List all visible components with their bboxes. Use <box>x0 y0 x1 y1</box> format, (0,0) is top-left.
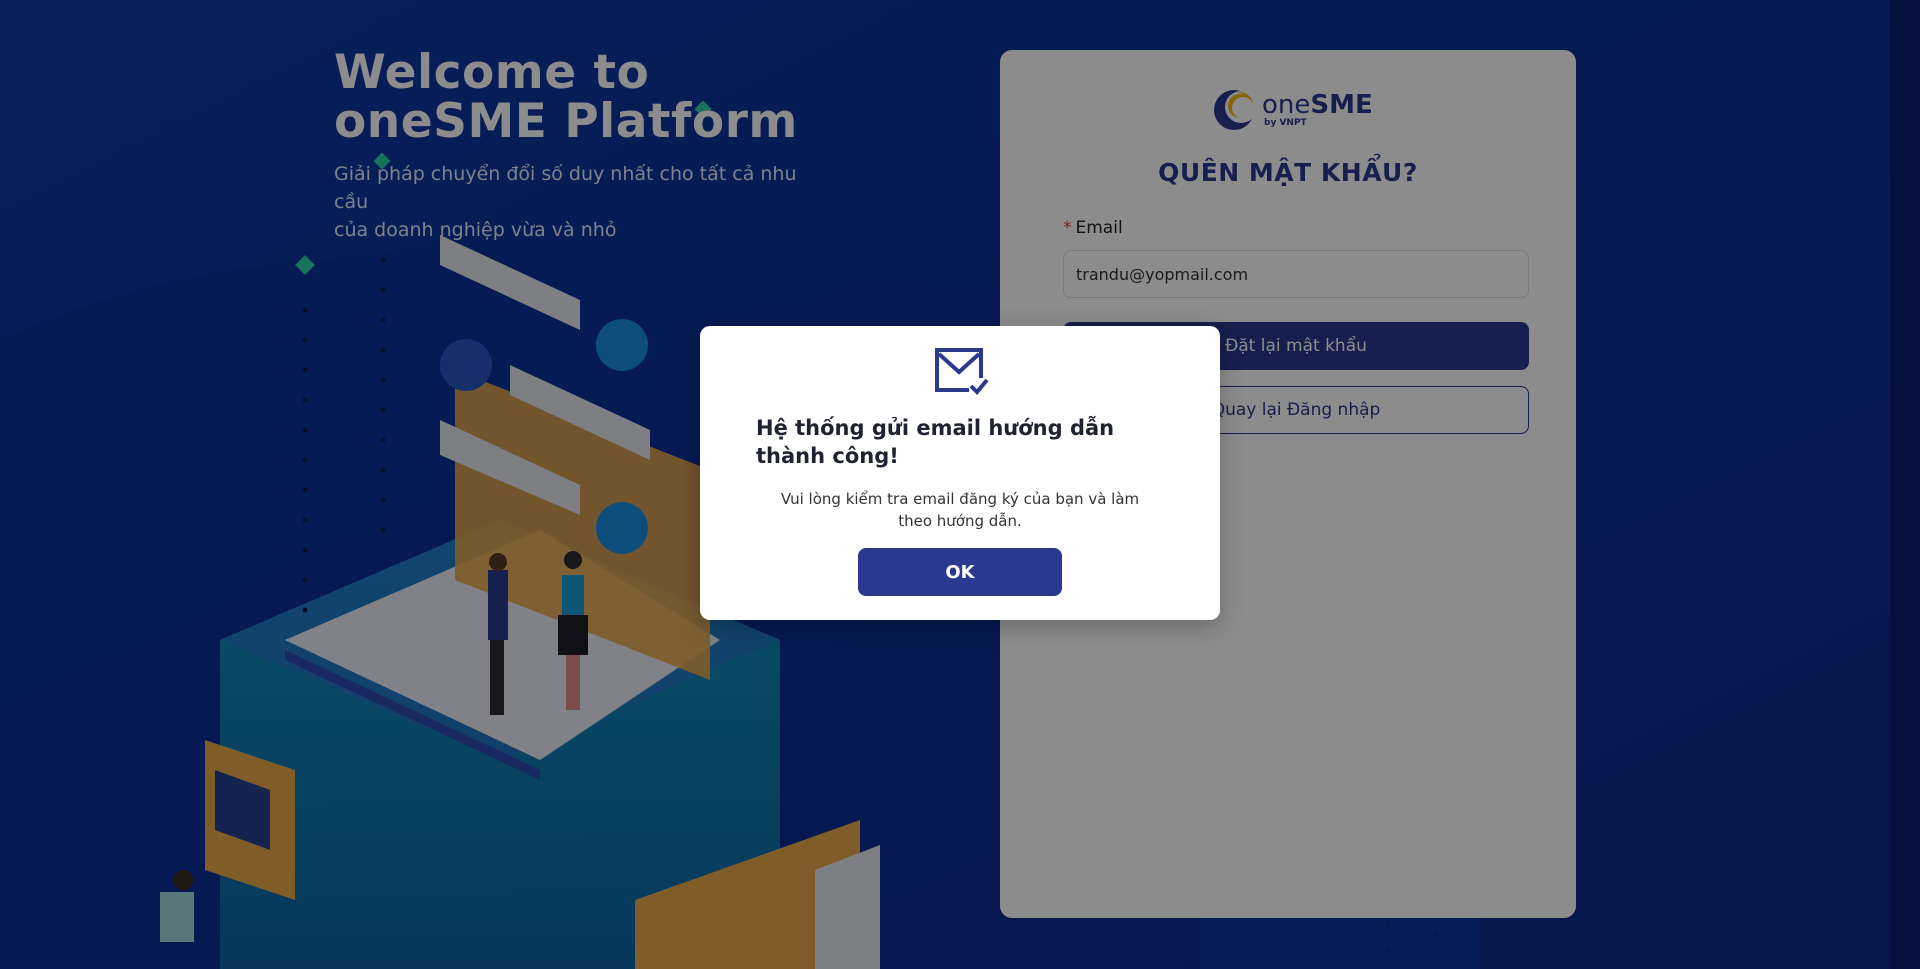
dialog-title: Hệ thống gửi email hướng dẫn thành công! <box>756 416 1115 468</box>
success-dialog: Hệ thống gửi email hướng dẫn thành công!… <box>700 326 1220 620</box>
mail-check-icon <box>935 348 989 400</box>
dialog-message: Vui lòng kiểm tra email đăng ký của bạn … <box>780 490 1140 530</box>
ok-button[interactable]: OK <box>858 548 1062 596</box>
